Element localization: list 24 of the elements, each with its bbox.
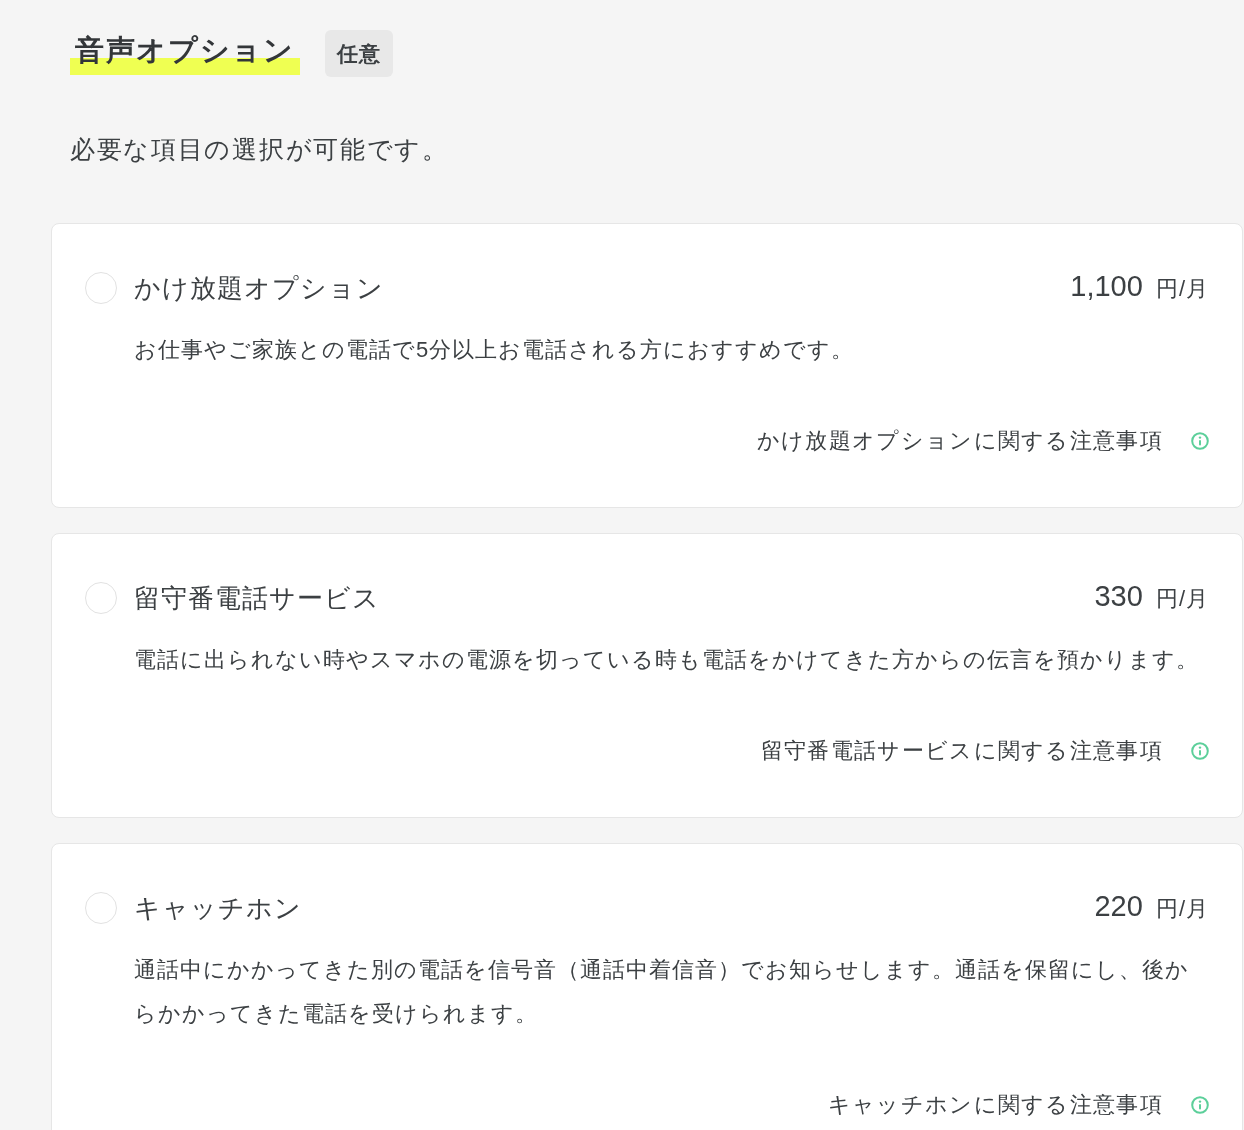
price-unit: 円/月 — [1155, 585, 1209, 613]
price-amount: 1,100 — [1070, 269, 1143, 304]
section-heading: 音声オプション — [70, 32, 300, 75]
info-icon — [1191, 1096, 1209, 1114]
option-description: 電話に出られない時やスマホの電源を切っている時も電話をかけてきた方からの伝言を預かります。 — [134, 646, 1200, 674]
radio-button[interactable] — [85, 581, 117, 614]
radio-button[interactable] — [85, 271, 117, 304]
price-amount: 220 — [1094, 889, 1143, 924]
price-unit: 円/月 — [1155, 275, 1209, 303]
price-unit: 円/月 — [1155, 895, 1209, 923]
notice-link[interactable]: キャッチホンに関する注意事項 — [827, 1089, 1209, 1121]
option-title: 留守番電話サービス — [134, 581, 380, 615]
price-amount: 330 — [1094, 579, 1143, 614]
radio-button[interactable] — [85, 891, 117, 924]
option-description: 通話中にかかってきた別の電話を信号音（通話中着信音）でお知らせします。通話を保留にし、後からかかってきた電話を受けられます。 — [134, 956, 1190, 1028]
notice-link[interactable]: かけ放題オプションに関する注意事項 — [756, 425, 1209, 457]
notice-link[interactable]: 留守番電話サービスに関する注意事項 — [760, 735, 1209, 767]
info-icon — [1191, 432, 1209, 450]
section-description: 必要な項目の選択が可能です。 — [70, 134, 449, 165]
option-title: かけ放題オプション — [134, 271, 384, 305]
info-icon — [1191, 742, 1209, 760]
option-description: お仕事やご家族との電話で5分以上お電話される方におすすめです。 — [134, 336, 856, 364]
optional-badge: 任意 — [324, 30, 393, 77]
option-title: キャッチホン — [134, 891, 302, 925]
